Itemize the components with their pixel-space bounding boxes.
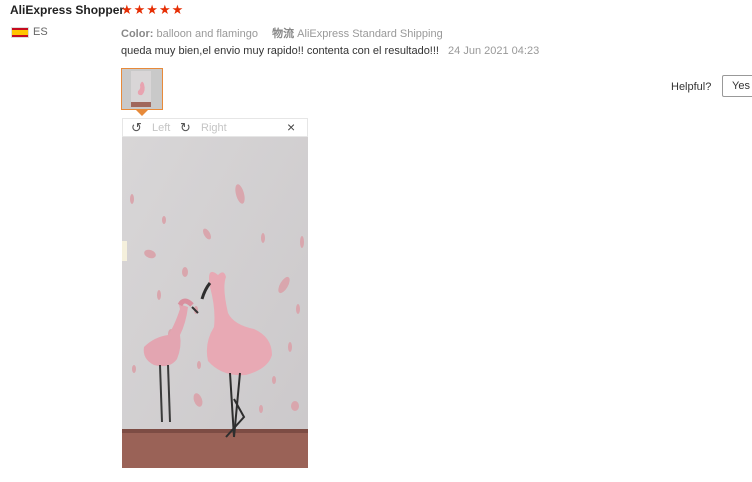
color-value: balloon and flamingo xyxy=(156,28,258,40)
review-text: queda muy bien,el envio muy rapido!! con… xyxy=(121,45,439,57)
rotate-left-icon[interactable]: ↺ xyxy=(131,120,142,136)
thumbnail-image xyxy=(122,69,162,109)
image-viewer-toolbar: ↺ Left ↻ Right × xyxy=(122,118,308,137)
review-content: queda muy bien,el envio muy rapido!! con… xyxy=(121,45,539,57)
shipping-label: 物流 xyxy=(272,28,295,40)
review-date: 24 Jun 2021 04:23 xyxy=(448,45,540,57)
color-label: Color: xyxy=(121,28,154,40)
shipping-value: AliExpress Standard Shipping xyxy=(297,28,443,40)
helpful-yes-button[interactable]: Yes xyxy=(722,75,752,97)
rotate-right-icon[interactable]: ↻ xyxy=(180,120,191,136)
helpful-label: Helpful? xyxy=(671,81,712,93)
reviewer-name: AliExpress Shopper xyxy=(10,3,125,17)
review-photo-enlarged xyxy=(122,137,308,468)
rotate-right-button[interactable]: Right xyxy=(201,122,227,134)
rating-stars: ★★★★★ xyxy=(121,2,185,17)
review-attributes: Color: balloon and flamingo 物流 AliExpres… xyxy=(121,25,443,41)
flag-es-icon xyxy=(11,27,29,38)
rotate-left-button[interactable]: Left xyxy=(152,122,170,134)
review-photo-thumbnail[interactable] xyxy=(121,68,163,110)
country-code: ES xyxy=(33,26,48,38)
flamingo-wall-photo xyxy=(122,137,308,468)
close-icon[interactable]: × xyxy=(287,119,295,135)
thumbnail-pointer xyxy=(136,110,148,116)
